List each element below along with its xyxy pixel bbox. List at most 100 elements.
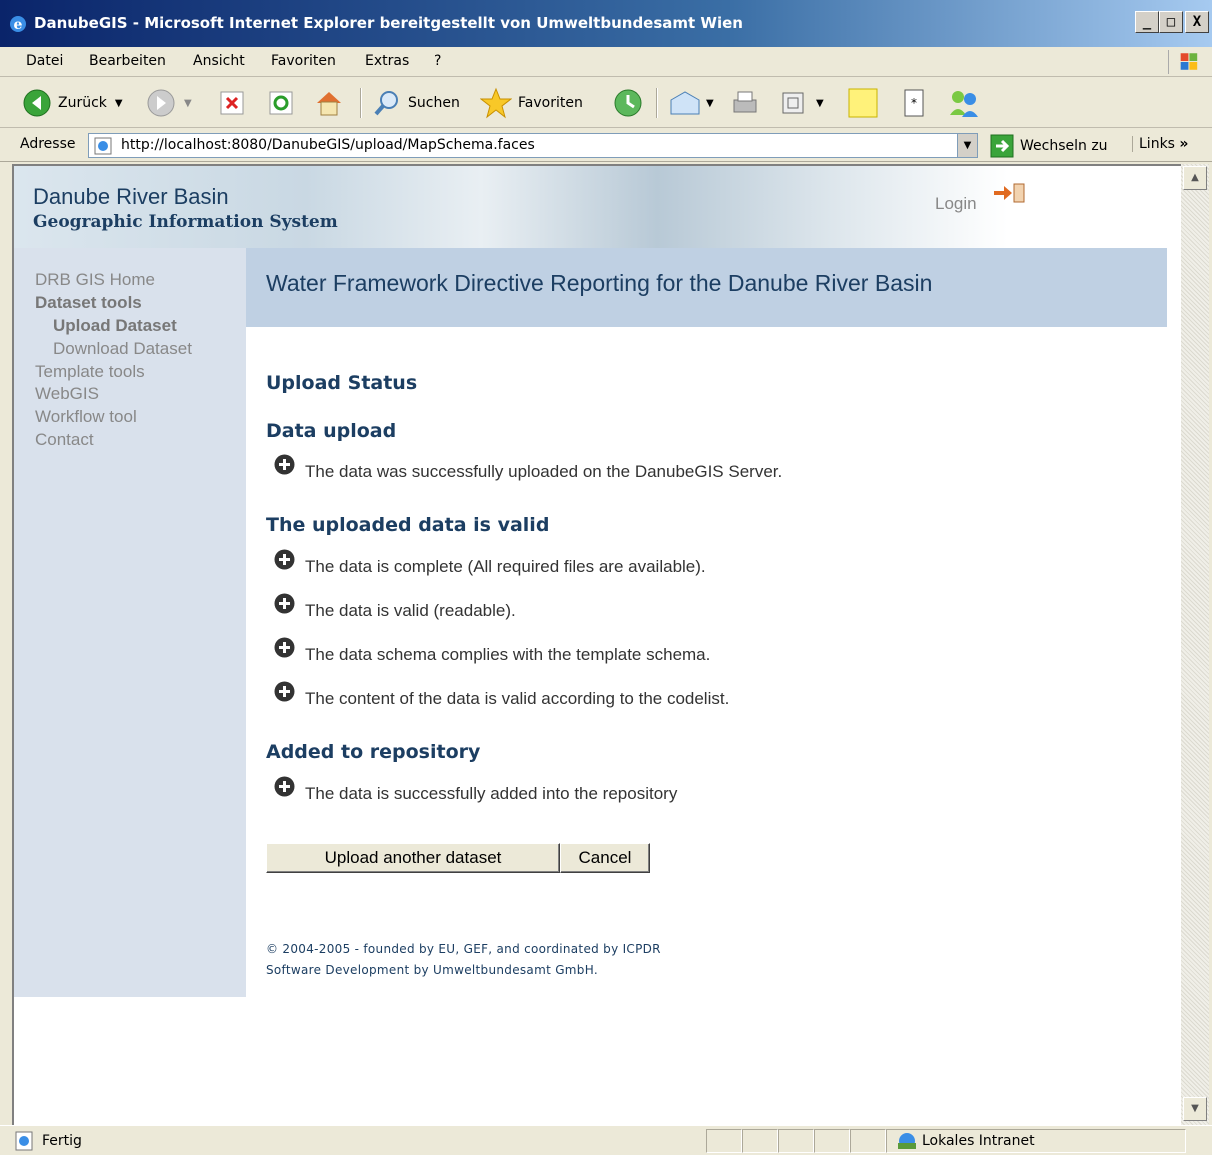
go-arrow-icon [990, 134, 1014, 158]
page-title: Water Framework Directive Reporting for … [266, 270, 933, 296]
phone-icon: * [904, 89, 924, 117]
home-button[interactable] [313, 86, 345, 120]
plus-circle-icon [274, 549, 295, 570]
mail-dropdown-icon[interactable]: ▼ [706, 98, 714, 109]
print-button[interactable] [728, 86, 762, 120]
minimize-button[interactable]: _ [1135, 11, 1159, 33]
plus-circle-icon [274, 454, 295, 475]
section-heading: Added to repository [266, 741, 481, 763]
contacts-icon [950, 91, 978, 117]
history-icon [614, 89, 642, 117]
site-banner: Danube River Basin Geographic Informatio… [14, 166, 1181, 248]
edit-icon [782, 92, 804, 114]
close-button[interactable]: X [1185, 11, 1209, 33]
forward-dropdown-icon[interactable]: ▼ [184, 98, 192, 109]
go-button[interactable]: Wechseln zu [990, 134, 1108, 158]
history-button[interactable] [612, 86, 644, 120]
svg-text:*: * [911, 96, 917, 110]
login-icon[interactable] [992, 182, 1026, 204]
back-button[interactable]: Zurück ▼ [22, 86, 123, 120]
toolbar: Zurück ▼ ▼ Suchen Favoriten ▼ ▼ * [0, 78, 1212, 128]
page-done-icon [15, 1131, 33, 1151]
menu-bar: Datei Bearbeiten Ansicht Favoriten Extra… [0, 47, 1212, 77]
edit-dropdown-icon[interactable]: ▼ [816, 98, 824, 109]
refresh-button[interactable] [267, 86, 295, 120]
maximize-button[interactable]: □ [1159, 11, 1183, 33]
svg-text:e: e [14, 17, 23, 33]
nav-workflow-tool[interactable]: Workflow tool [35, 407, 137, 427]
status-text: Fertig [42, 1133, 82, 1149]
scroll-up-icon[interactable]: ▲ [1183, 166, 1207, 190]
messenger-button[interactable]: * [902, 86, 926, 120]
search-icon [374, 91, 398, 116]
plus-circle-icon [274, 776, 295, 797]
address-dropdown-icon[interactable]: ▼ [957, 134, 977, 157]
intranet-zone-icon [898, 1133, 916, 1149]
page-icon [94, 137, 112, 155]
links-label: Links [1139, 136, 1175, 152]
print-icon [733, 91, 757, 113]
cancel-button[interactable]: Cancel [560, 843, 650, 873]
back-arrow-icon [23, 89, 51, 117]
links-button[interactable]: Links » [1132, 136, 1188, 152]
footer-developer: Software Development by Umweltbundesamt … [266, 963, 598, 977]
stop-icon [220, 91, 244, 115]
section-heading: The uploaded data is valid [266, 514, 550, 536]
go-label: Wechseln zu [1020, 138, 1108, 154]
nav-template-tools[interactable]: Template tools [35, 362, 145, 382]
scroll-down-icon[interactable]: ▼ [1183, 1097, 1207, 1121]
login-link[interactable]: Login [935, 194, 977, 214]
nav-download-dataset[interactable]: Download Dataset [53, 339, 192, 359]
plus-circle-icon [274, 637, 295, 658]
notes-button[interactable] [846, 86, 880, 120]
status-text: The content of the data is valid accordi… [305, 689, 730, 708]
home-icon [317, 92, 341, 116]
contacts-button[interactable] [946, 86, 982, 120]
favorites-star-icon [480, 87, 512, 119]
window-title: DanubeGIS - Microsoft Internet Explorer … [34, 14, 743, 32]
address-url: http://localhost:8080/DanubeGIS/upload/M… [121, 137, 535, 153]
forward-button[interactable]: ▼ [146, 86, 192, 120]
nav-drb-gis-home[interactable]: DRB GIS Home [35, 270, 155, 290]
section-heading: Data upload [266, 420, 397, 442]
nav-contact[interactable]: Contact [35, 430, 94, 450]
upload-another-button[interactable]: Upload another dataset [266, 843, 560, 873]
menu-datei[interactable]: Datei [26, 53, 63, 69]
edit-button[interactable]: ▼ [780, 86, 824, 120]
favorites-label: Favoriten [518, 95, 583, 111]
menu-favoriten[interactable]: Favoriten [271, 53, 336, 69]
address-label: Adresse [20, 136, 76, 152]
nav-upload-dataset[interactable]: Upload Dataset [53, 316, 177, 336]
status-bar: Fertig Lokales Intranet [0, 1125, 1212, 1155]
back-dropdown-icon[interactable]: ▼ [115, 98, 123, 109]
nav-dataset-tools[interactable]: Dataset tools [35, 293, 142, 313]
page-viewport: Danube River Basin Geographic Informatio… [12, 164, 1181, 1125]
forward-arrow-icon [147, 89, 175, 117]
windows-logo-icon [1168, 50, 1198, 74]
status-text: The data is complete (All required files… [305, 557, 706, 576]
security-zone-label: Lokales Intranet [922, 1133, 1035, 1149]
address-bar: Adresse http://localhost:8080/DanubeGIS/… [0, 129, 1212, 162]
mail-button[interactable]: ▼ [668, 86, 714, 120]
back-label: Zurück [58, 95, 107, 111]
menu-help[interactable]: ? [434, 53, 441, 69]
address-input[interactable]: http://localhost:8080/DanubeGIS/upload/M… [88, 133, 978, 158]
menu-bearbeiten[interactable]: Bearbeiten [89, 53, 166, 69]
search-button[interactable]: Suchen [372, 86, 460, 120]
vertical-scrollbar[interactable]: ▲ ▼ [1181, 164, 1209, 1125]
status-text: The data schema complies with the templa… [305, 645, 711, 664]
ie-icon: e [10, 16, 26, 33]
plus-circle-icon [274, 593, 295, 614]
window-title-bar[interactable]: e DanubeGIS - Microsoft Internet Explore… [0, 0, 1212, 47]
favorites-button[interactable]: Favoriten [480, 86, 583, 120]
menu-ansicht[interactable]: Ansicht [193, 53, 245, 69]
menu-extras[interactable]: Extras [365, 53, 409, 69]
search-label: Suchen [408, 95, 460, 111]
footer-copyright: © 2004-2005 - founded by EU, GEF, and co… [266, 942, 661, 956]
sidebar: DRB GIS Home Dataset tools Upload Datase… [14, 248, 246, 997]
nav-webgis[interactable]: WebGIS [35, 384, 99, 404]
stop-button[interactable] [218, 86, 246, 120]
plus-circle-icon [274, 681, 295, 702]
main-header-band: Water Framework Directive Reporting for … [246, 248, 1167, 327]
status-text: The data is valid (readable). [305, 601, 516, 620]
